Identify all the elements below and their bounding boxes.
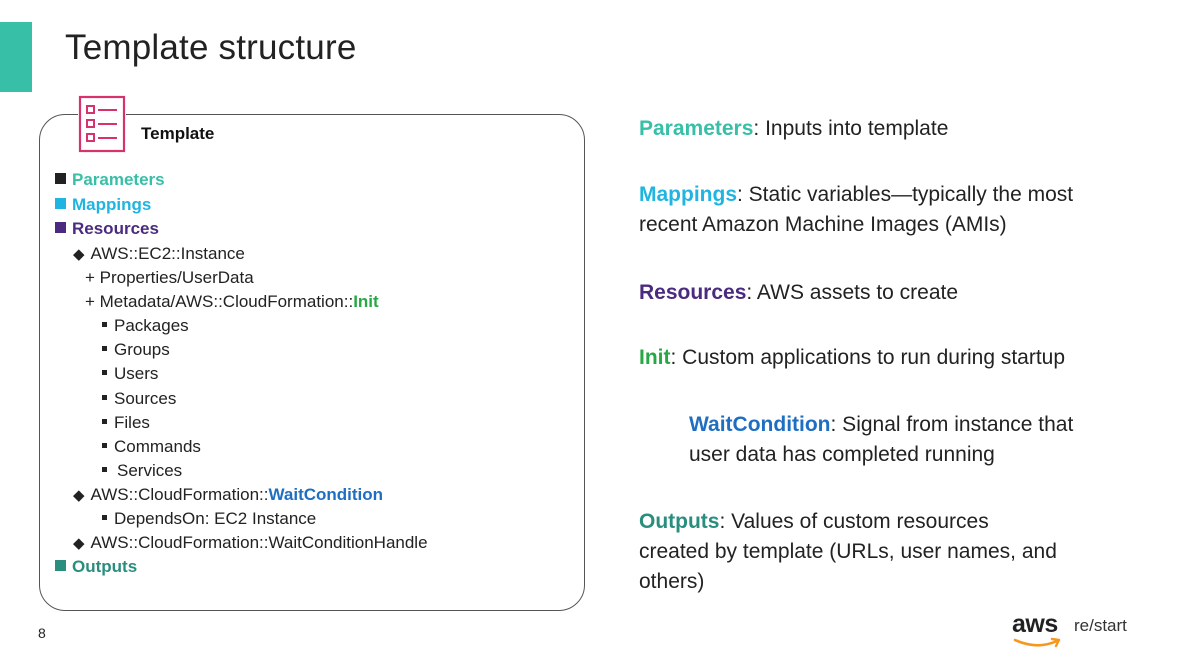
small-bullet-icon xyxy=(102,515,107,520)
tree-wait-handle: ◆ AWS::CloudFormation::WaitConditionHandl… xyxy=(73,533,428,553)
tree-waitcondition-label: WaitCondition xyxy=(268,485,384,504)
aws-logo-text: aws xyxy=(1012,610,1058,638)
desc-outputs-text3: others) xyxy=(639,570,705,593)
small-bullet-icon xyxy=(102,370,107,375)
desc-waitcondition-term: WaitCondition xyxy=(689,413,831,436)
tree-metadata-label: + Metadata/AWS::CloudFormation:: xyxy=(85,292,354,311)
desc-resources-text: : AWS assets to create xyxy=(746,281,959,304)
tree-resources: Resources xyxy=(55,219,159,239)
tree-packages-label: Packages xyxy=(114,316,189,335)
desc-parameters: Parameters: Inputs into template xyxy=(639,114,948,144)
tree-ec2-instance: ◆ AWS::EC2::Instance xyxy=(73,244,245,264)
desc-resources: Resources: AWS assets to create xyxy=(639,278,958,308)
desc-init-text: : Custom applications to run during star… xyxy=(670,346,1066,369)
tree-packages: Packages xyxy=(102,316,189,336)
desc-outputs-text2: created by template (URLs, user names, a… xyxy=(639,540,1057,563)
tree-users-label: Users xyxy=(114,364,159,383)
desc-init: Init: Custom applications to run during … xyxy=(639,343,1065,373)
tree-commands-label: Commands xyxy=(114,437,201,456)
accent-bar xyxy=(0,22,32,92)
desc-mappings-text: : Static variables—typically the most xyxy=(737,183,1074,206)
diamond-bullet-icon: ◆ xyxy=(73,487,85,504)
tree-ec2-instance-label: AWS::EC2::Instance xyxy=(90,244,245,263)
tree-wait-handle-label: AWS::CloudFormation::WaitConditionHandle xyxy=(90,533,428,552)
tree-metadata-init: Init xyxy=(353,292,379,311)
tree-mappings: Mappings xyxy=(55,195,151,215)
tree-outputs: Outputs xyxy=(55,557,137,577)
tree-users: Users xyxy=(102,364,158,384)
tree-services: Services xyxy=(102,461,182,481)
small-bullet-icon xyxy=(102,395,107,400)
small-bullet-icon xyxy=(102,419,107,424)
desc-outputs-term: Outputs xyxy=(639,510,720,533)
tree-properties: + Properties/UserData xyxy=(85,268,254,287)
aws-restart-logo: aws re/start xyxy=(1012,610,1142,655)
desc-outputs: Outputs: Values of custom resources crea… xyxy=(639,507,1057,597)
tree-waitcondition-prefix: AWS::CloudFormation:: xyxy=(90,485,269,504)
desc-init-term: Init xyxy=(639,346,671,369)
tree-depends-on-label: DependsOn: EC2 Instance xyxy=(114,509,317,528)
tree-depends-on: DependsOn: EC2 Instance xyxy=(102,509,316,529)
desc-resources-term: Resources xyxy=(639,281,747,304)
template-checklist-icon xyxy=(78,95,126,153)
square-bullet-icon xyxy=(55,560,66,571)
page-number: 8 xyxy=(38,625,46,641)
small-bullet-icon xyxy=(102,467,107,472)
tree-groups: Groups xyxy=(102,340,170,360)
square-bullet-icon xyxy=(55,173,66,184)
tree-sources: Sources xyxy=(102,389,176,409)
tree-parameters: Parameters xyxy=(55,170,165,190)
tree-files: Files xyxy=(102,413,150,433)
desc-outputs-text: : Values of custom resources xyxy=(719,510,989,533)
desc-waitcondition-text2: user data has completed running xyxy=(689,443,995,466)
tree-services-label: Services xyxy=(117,461,183,480)
desc-parameters-term: Parameters xyxy=(639,117,754,140)
small-bullet-icon xyxy=(102,322,107,327)
restart-logo-text: re/start xyxy=(1074,616,1127,635)
template-label: Template xyxy=(141,124,215,143)
diamond-bullet-icon: ◆ xyxy=(73,246,85,263)
desc-parameters-text: : Inputs into template xyxy=(753,117,949,140)
tree-resources-label: Resources xyxy=(72,219,159,238)
tree-outputs-label: Outputs xyxy=(72,557,138,576)
desc-mappings-term: Mappings xyxy=(639,183,737,206)
tree-groups-label: Groups xyxy=(114,340,170,359)
tree-metadata: + Metadata/AWS::CloudFormation::Init xyxy=(85,292,379,312)
tree-files-label: Files xyxy=(114,413,150,432)
tree-sources-label: Sources xyxy=(114,389,177,408)
desc-mappings-text2: recent Amazon Machine Images (AMIs) xyxy=(639,213,1007,236)
tree-parameters-label: Parameters xyxy=(72,170,165,189)
desc-mappings: Mappings: Static variables—typically the… xyxy=(639,180,1073,240)
tree-mappings-label: Mappings xyxy=(72,195,152,214)
tree-waitcondition: ◆ AWS::CloudFormation::WaitCondition xyxy=(73,485,383,505)
slide-title: Template structure xyxy=(65,28,357,67)
square-bullet-icon xyxy=(55,198,66,209)
aws-smile-icon xyxy=(1013,637,1061,648)
square-bullet-icon xyxy=(55,222,66,233)
desc-waitcondition: WaitCondition: Signal from instance that… xyxy=(689,410,1073,470)
desc-waitcondition-text: : Signal from instance that xyxy=(830,413,1074,436)
small-bullet-icon xyxy=(102,443,107,448)
diamond-bullet-icon: ◆ xyxy=(73,535,85,552)
tree-commands: Commands xyxy=(102,437,201,457)
small-bullet-icon xyxy=(102,346,107,351)
